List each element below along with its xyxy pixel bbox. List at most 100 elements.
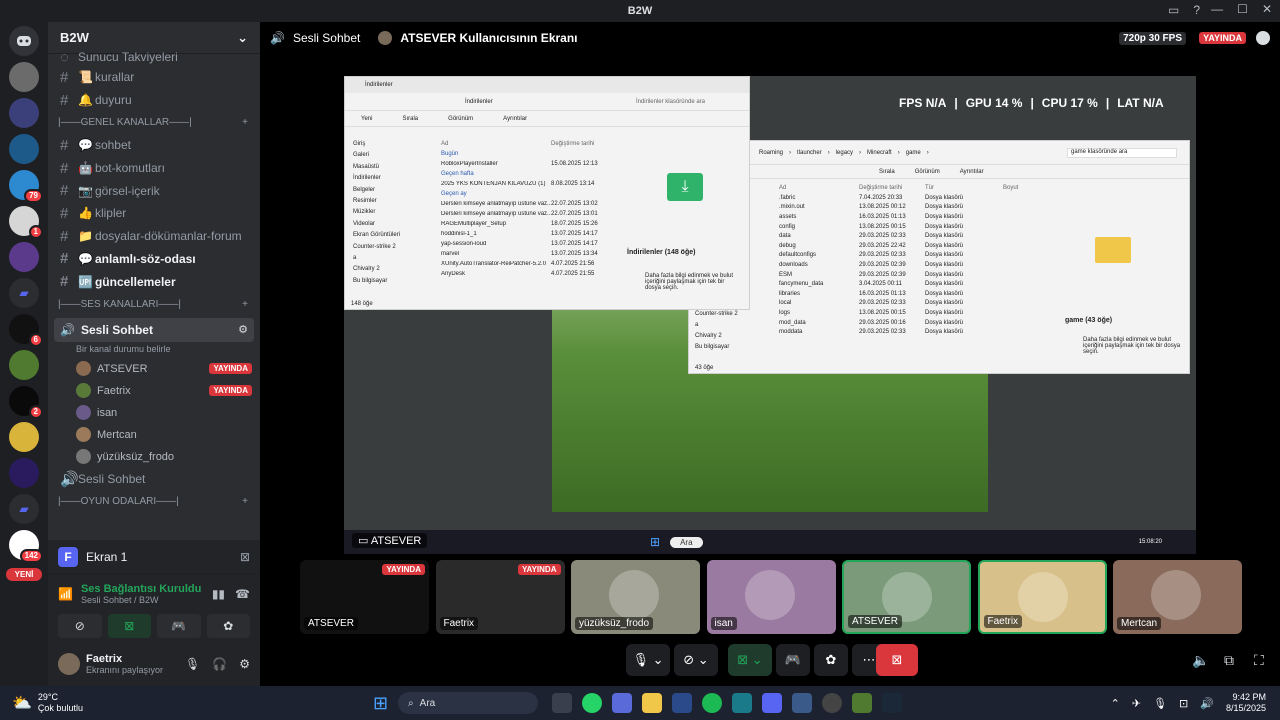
folder-icon[interactable]: ▰ xyxy=(9,494,39,524)
file-row[interactable]: AnyDesk 4.07.2025 21:55 xyxy=(441,269,611,279)
file-row[interactable]: .mixin.out 13.08.2025 00:12 Dosya klasörü xyxy=(779,203,1049,213)
nav-item[interactable]: Masaüstü xyxy=(353,164,429,175)
nav-item[interactable]: Giriş xyxy=(353,141,429,152)
spotify-icon[interactable] xyxy=(702,693,723,713)
popout-icon[interactable]: ⊠ xyxy=(240,550,250,564)
close-button[interactable]: ✕ xyxy=(1262,2,1272,16)
disconnect-icon[interactable]: ☎ xyxy=(235,587,250,601)
file-row[interactable]: moddata 29.03.2025 02:33 Dosya klasörü xyxy=(779,327,1049,337)
nav-item[interactable]: Videolar xyxy=(353,221,429,232)
app-icon[interactable] xyxy=(732,693,753,713)
volume-icon[interactable]: 🔈 xyxy=(1192,652,1209,669)
server-icon[interactable] xyxy=(9,422,39,452)
server-icon[interactable] xyxy=(9,134,39,164)
task-view-icon[interactable] xyxy=(552,693,573,713)
file-row[interactable]: local 29.03.2025 02:33 Dosya klasörü xyxy=(779,299,1049,309)
explorer-window-downloads[interactable]: İndirilenler İndirilenler İndirilenler k… xyxy=(344,76,750,310)
folder-icon[interactable]: ▰ xyxy=(9,278,39,308)
chat-icon[interactable] xyxy=(1256,31,1270,45)
voice-member[interactable]: yüzüksüz_frodo xyxy=(48,446,260,468)
microphone-button[interactable]: 🎙 ⌄ xyxy=(626,644,670,676)
search-input[interactable]: İndirilenler klasöründe ara xyxy=(636,99,705,105)
nav-item[interactable]: Bu bilgisayar xyxy=(695,344,765,355)
nav-item[interactable]: Counter-strike 2 xyxy=(353,244,429,255)
voice-channel-active[interactable]: 🔊 Sesli Sohbet ⚙ xyxy=(54,317,254,342)
maximize-button[interactable]: ☐ xyxy=(1237,2,1248,16)
camera-off-button[interactable]: ⊘ xyxy=(58,614,102,638)
file-row[interactable]: libraries 16.03.2025 01:13 Dosya klasörü xyxy=(779,289,1049,299)
app-icon[interactable] xyxy=(792,693,813,713)
chrome-icon[interactable] xyxy=(822,693,843,713)
toolbar-button[interactable]: Sırala xyxy=(402,116,418,122)
popout-icon[interactable]: ⧉ xyxy=(1224,652,1234,669)
discord-home-icon[interactable] xyxy=(9,26,39,56)
taskbar-search[interactable]: ⌕ Ara xyxy=(398,692,539,714)
breadcrumb-item[interactable]: legacy xyxy=(836,150,853,156)
activity-button[interactable]: 🎮 xyxy=(776,644,810,676)
address-bar[interactable]: İndirilenler xyxy=(465,99,493,105)
text-channel[interactable]: # 📜 kurallar xyxy=(48,66,260,89)
server-icon[interactable] xyxy=(9,350,39,380)
microphone-tray-icon[interactable]: 🎙 xyxy=(1153,697,1167,710)
nav-item[interactable]: Bu bilgisayar xyxy=(353,278,429,289)
participant-tile[interactable]: yüzüksüz_frodo xyxy=(571,560,700,634)
server-icon[interactable] xyxy=(9,62,39,92)
server-icon[interactable] xyxy=(9,242,39,272)
file-row[interactable]: yap-session-loud 13.07.2025 14:17 xyxy=(441,239,611,249)
add-channel-icon[interactable]: + xyxy=(242,117,248,128)
nav-item[interactable]: Belgeler xyxy=(353,187,429,198)
microphone-icon[interactable]: 🎙 xyxy=(185,657,200,671)
group-header[interactable]: Geçen ay xyxy=(441,189,611,199)
nav-item[interactable]: Galeri xyxy=(353,152,429,163)
participant-tile[interactable]: Faetrix xyxy=(977,560,1107,634)
stream-view[interactable]: FPS N/A | GPU 14 % | CPU 17 % | LAT N/A Roa… xyxy=(344,76,1196,554)
weather-icon[interactable]: ⛅ xyxy=(12,693,32,713)
file-row[interactable]: config 13.08.2025 00:15 Dosya klasörü xyxy=(779,222,1049,232)
column-header[interactable]: Ad xyxy=(779,185,859,191)
fullscreen-icon[interactable]: ⛶ xyxy=(1254,652,1264,669)
explorer-window-game[interactable]: Roaming › tlauncher › legacy › Minecraft › game ›… xyxy=(688,140,1190,374)
soundboard-button[interactable]: ✿ xyxy=(206,614,250,638)
search-input[interactable]: game klasöründe ara xyxy=(1067,148,1177,158)
file-row[interactable]: ESM 29.03.2025 02:39 Dosya klasörü xyxy=(779,270,1049,280)
participant-tile[interactable]: ATSEVER xyxy=(842,560,971,634)
category-header[interactable]: |——GENEL KANALLAR——| + xyxy=(48,111,260,134)
app-tray-icon[interactable]: ✈ xyxy=(1132,697,1141,710)
noise-icon[interactable]: ▮▮ xyxy=(212,587,225,601)
gear-icon[interactable]: ⚙ xyxy=(239,657,250,671)
minimize-button[interactable]: — xyxy=(1211,2,1223,16)
settings-icon[interactable]: ⚙ xyxy=(238,323,248,336)
network-icon[interactable]: ⊡ xyxy=(1179,697,1188,710)
toolbar-button[interactable]: Görünüm xyxy=(448,116,473,122)
server-icon[interactable]: 6 xyxy=(9,314,43,347)
column-header[interactable]: Değiştirme tarihi xyxy=(859,185,925,191)
file-explorer-icon[interactable] xyxy=(642,693,663,713)
channel-status[interactable]: Bir kanal durumu belirle xyxy=(48,344,260,358)
participant-tile[interactable]: YAYINDA Faetrix xyxy=(435,560,565,634)
server-icon[interactable] xyxy=(9,98,39,128)
nav-item[interactable]: Chivalry 2 xyxy=(353,266,429,277)
text-channel[interactable]: # 👍 klipler xyxy=(48,202,260,225)
column-header[interactable]: Tür xyxy=(925,185,1003,191)
windows-start-icon[interactable]: ⊞ xyxy=(373,693,388,714)
file-row[interactable]: RAGEMultiplayer_Setup 18.07.2025 15:26 xyxy=(441,219,611,229)
category-header[interactable]: |——SES KANALLARI——| + xyxy=(48,293,260,316)
file-row[interactable]: downloads 29.03.2025 02:39 Dosya klasörü xyxy=(779,260,1049,270)
file-row[interactable]: debug 29.03.2025 22:42 Dosya klasörü xyxy=(779,241,1049,251)
add-channel-icon[interactable]: + xyxy=(242,299,248,310)
connection-channel[interactable]: Sesli Sohbet / B2W xyxy=(81,595,201,605)
category-header[interactable]: |——OYUN ODALARI——| + xyxy=(48,490,260,513)
voice-channel[interactable]: 🔊 Sesli Sohbet xyxy=(48,468,260,491)
file-row[interactable]: fancymenu_data 3.04.2025 00:11 Dosya klasö… xyxy=(779,279,1049,289)
boost-item[interactable]: ◌ Sunucu Takviyeleri xyxy=(48,48,260,66)
file-row[interactable]: 2025 YKS KONTENJAN KILAVUZU (1) 8.08.2025… xyxy=(441,179,611,189)
group-header[interactable]: Geçen hafta xyxy=(441,169,611,179)
nav-item[interactable]: Ekran Görüntüleri xyxy=(353,232,429,243)
toolbar-button[interactable]: Yeni xyxy=(361,116,372,122)
column-header[interactable]: Boyut xyxy=(1003,185,1043,191)
breadcrumb-item[interactable]: game xyxy=(906,150,921,156)
breadcrumb-item[interactable]: Roaming xyxy=(759,150,783,156)
add-channel-icon[interactable]: + xyxy=(242,496,248,507)
file-row[interactable]: assets 16.03.2025 01:13 Dosya klasörü xyxy=(779,212,1049,222)
screen-share-button[interactable]: ⊠ xyxy=(107,614,151,638)
